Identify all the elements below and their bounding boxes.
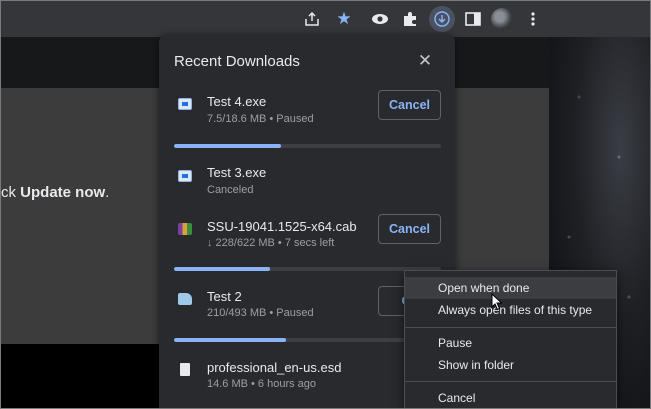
downloads-title: Recent Downloads [174, 53, 300, 70]
download-progress-bar [174, 267, 441, 271]
download-progress-fill [174, 267, 271, 271]
puzzle-icon[interactable] [398, 7, 422, 31]
menu-divider [405, 381, 616, 382]
document-file-icon [180, 363, 190, 376]
download-status: 7.5/18.6 MB • Paused [207, 113, 314, 125]
download-status: 14.6 MB • 6 hours ago [207, 378, 317, 390]
download-status: ↓ 228/622 MB • 7 secs left [207, 237, 335, 249]
download-filename: SSU-19041.1525-x64.cab [207, 219, 357, 234]
download-filename: Test 3.exe [207, 165, 267, 180]
download-status: Canceled [207, 184, 254, 196]
menu-icon[interactable] [521, 7, 545, 31]
download-progress-bar [174, 144, 441, 148]
download-status: 210/493 MB • Paused [207, 307, 314, 319]
share-icon[interactable] [300, 7, 324, 31]
download-context-menu: Open when done Always open files of this… [404, 270, 617, 408]
star-icon[interactable]: ★ [332, 7, 356, 31]
download-filename: Test 2 [207, 289, 242, 304]
cancel-button[interactable]: Cancel [378, 90, 441, 120]
menu-item-open-when-done[interactable]: Open when done [405, 277, 616, 299]
menu-divider [405, 327, 616, 328]
download-progress-fill [174, 144, 281, 148]
download-icon[interactable] [429, 6, 455, 32]
cancel-button[interactable]: Cancel [378, 214, 441, 244]
download-progress-fill [174, 338, 287, 342]
download-filename: Test 4.exe [207, 94, 267, 109]
browser-toolbar: ★ [1, 1, 650, 37]
menu-item-always-open[interactable]: Always open files of this type [405, 299, 616, 321]
exe-file-icon [178, 98, 192, 110]
page-instruction-text: ck Update now. [1, 184, 110, 201]
menu-item-pause[interactable]: Pause [405, 332, 616, 354]
generic-file-icon [178, 293, 192, 305]
exe-file-icon [178, 170, 192, 182]
menu-item-cancel[interactable]: Cancel [405, 387, 616, 408]
side-panel-icon[interactable] [461, 7, 485, 31]
download-progress-bar [174, 338, 441, 342]
mouse-cursor-icon [491, 293, 503, 311]
cab-file-icon [178, 223, 192, 235]
avatar[interactable] [491, 8, 513, 30]
download-filename: professional_en-us.esd [207, 360, 342, 375]
close-icon[interactable]: ✕ [415, 51, 435, 71]
menu-item-show-in-folder[interactable]: Show in folder [405, 354, 616, 376]
screenshot-frame: ★ ck Update now. Recent Downloads ✕ Test… [0, 0, 651, 409]
eye-icon[interactable] [368, 7, 392, 31]
